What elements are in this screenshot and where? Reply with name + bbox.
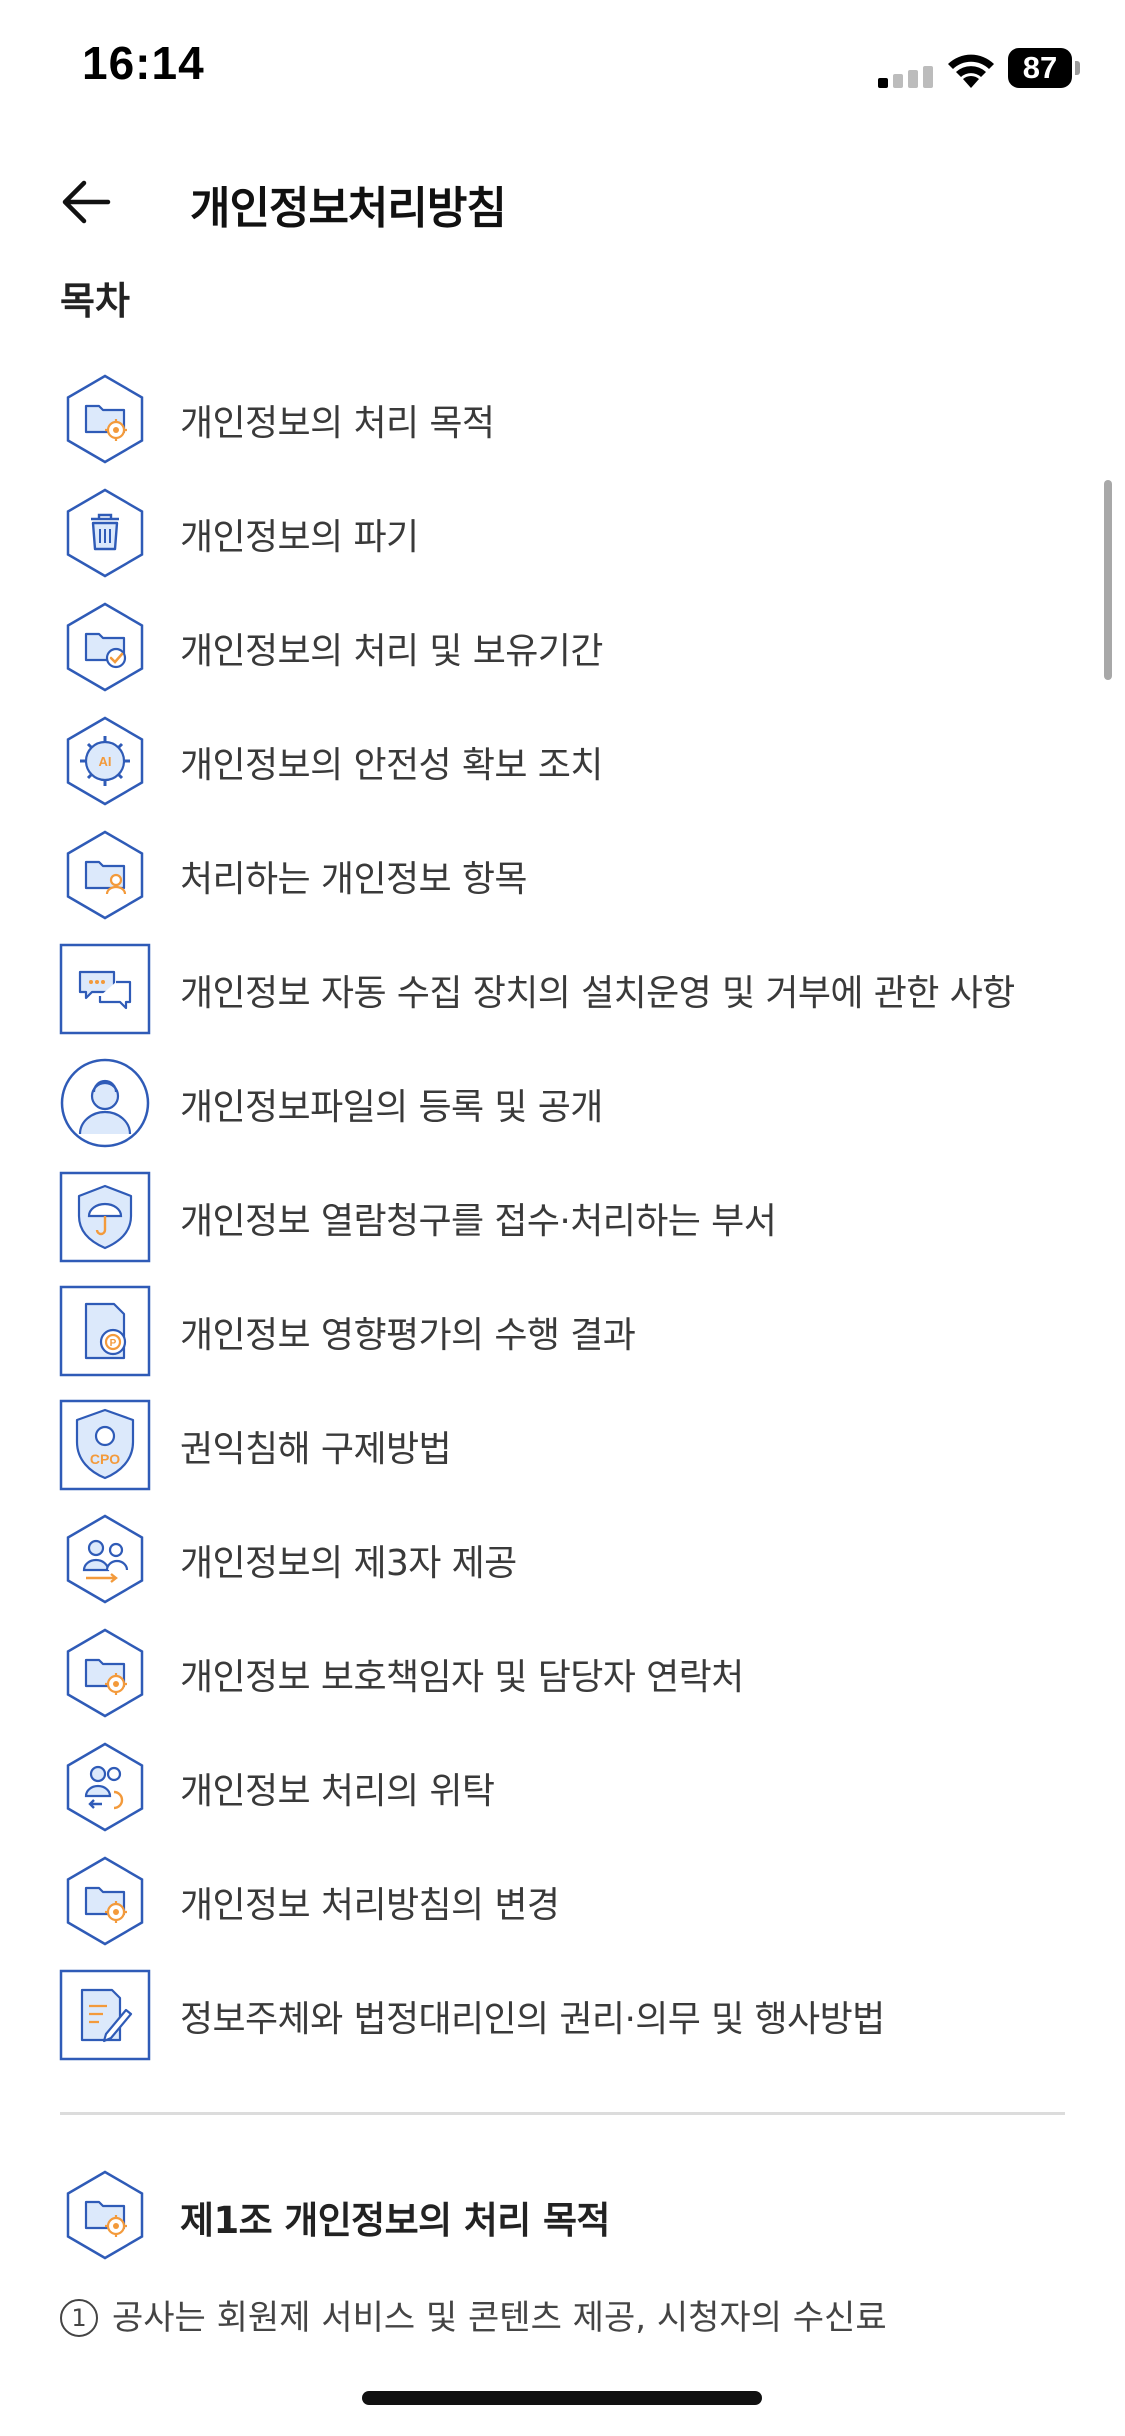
toc-item-label: 개인정보 보호책임자 및 담당자 연락처 bbox=[180, 1657, 744, 1698]
home-indicator[interactable] bbox=[362, 2391, 762, 2405]
toc-item-label: 개인정보 처리방침의 변경 bbox=[180, 1885, 560, 1926]
trash-icon bbox=[58, 486, 152, 580]
toc-item-label: 개인정보의 제3자 제공 bbox=[180, 1543, 517, 1584]
folder-gear-icon bbox=[58, 372, 152, 466]
toc-item[interactable]: 개인정보의 처리 및 보유기간 bbox=[0, 590, 1125, 704]
toc-item-label: 개인정보의 처리 및 보유기간 bbox=[180, 631, 603, 672]
toc-item-label: 처리하는 개인정보 항목 bbox=[180, 859, 527, 900]
section-body: 1 공사는 회원제 서비스 및 콘텐츠 제공, 시청자의 수신료 bbox=[60, 2290, 1070, 2339]
toc-list: 개인정보의 처리 목적개인정보의 파기개인정보의 처리 및 보유기간 AI 개인정보… bbox=[0, 362, 1125, 2072]
users-share-icon bbox=[58, 1512, 152, 1606]
users-transfer-icon bbox=[58, 1740, 152, 1834]
back-arrow-icon[interactable] bbox=[56, 172, 116, 232]
status-bar: 16:14 87 bbox=[0, 0, 1125, 140]
toc-item-label: 개인정보 열람청구를 접수·처리하는 부서 bbox=[180, 1201, 777, 1242]
svg-text:AI: AI bbox=[99, 754, 112, 769]
toc-item[interactable]: 개인정보 열람청구를 접수·처리하는 부서 bbox=[0, 1160, 1125, 1274]
toc-item[interactable]: 개인정보의 제3자 제공 bbox=[0, 1502, 1125, 1616]
toc-item[interactable]: P 개인정보 영향평가의 수행 결과 bbox=[0, 1274, 1125, 1388]
toc-item-label: 개인정보파일의 등록 및 공개 bbox=[180, 1087, 603, 1128]
page-title: 개인정보처리방침 bbox=[190, 183, 507, 234]
divider bbox=[60, 2112, 1065, 2115]
toc-heading: 목차 bbox=[60, 279, 130, 323]
toc-item-label: 개인정보의 파기 bbox=[180, 517, 419, 558]
toc-item-label: 개인정보의 안전성 확보 조치 bbox=[180, 745, 603, 786]
toc-item[interactable]: 개인정보 자동 수집 장치의 설치운영 및 거부에 관한 사항 bbox=[0, 932, 1125, 1046]
chat-bubbles-icon bbox=[58, 942, 152, 1036]
toc-item-label: 정보주체와 법정대리인의 권리·의무 및 행사방법 bbox=[180, 1999, 885, 2040]
scrollbar[interactable] bbox=[1104, 480, 1112, 680]
document-badge-icon: P bbox=[58, 1284, 152, 1378]
toc-item[interactable]: 정보주체와 법정대리인의 권리·의무 및 행사방법 bbox=[0, 1958, 1125, 2072]
document-pen-icon bbox=[58, 1968, 152, 2062]
circled-number: 1 bbox=[60, 2299, 98, 2337]
battery-icon: 87 bbox=[1008, 48, 1080, 88]
svg-text:P: P bbox=[110, 1338, 117, 1349]
folder-gear-icon bbox=[58, 1626, 152, 1720]
section-title: 제1조 개인정보의 처리 목적 bbox=[180, 2199, 610, 2242]
toc-item[interactable]: 개인정보 보호책임자 및 담당자 연락처 bbox=[0, 1616, 1125, 1730]
folder-gear-icon bbox=[58, 2168, 152, 2262]
toc-item[interactable]: 개인정보의 파기 bbox=[0, 476, 1125, 590]
section-heading: 제1조 개인정보의 처리 목적 bbox=[0, 2160, 1125, 2270]
toc-item[interactable]: CPO 권익침해 구제방법 bbox=[0, 1388, 1125, 1502]
header: 개인정보처리방침 bbox=[0, 150, 1125, 260]
toc-item[interactable]: 처리하는 개인정보 항목 bbox=[0, 818, 1125, 932]
shield-umbrella-icon bbox=[58, 1170, 152, 1264]
section-body-text: 공사는 회원제 서비스 및 콘텐츠 제공, 시청자의 수신료 bbox=[112, 2298, 887, 2338]
toc-item[interactable]: AI 개인정보의 안전성 확보 조치 bbox=[0, 704, 1125, 818]
toc-item[interactable]: 개인정보파일의 등록 및 공개 bbox=[0, 1046, 1125, 1160]
folder-clock-icon bbox=[58, 600, 152, 694]
toc-item-label: 권익침해 구제방법 bbox=[180, 1429, 452, 1470]
folder-user-icon bbox=[58, 828, 152, 922]
cpo-shield-icon: CPO bbox=[58, 1398, 152, 1492]
folder-ai-gear-icon: AI bbox=[58, 714, 152, 808]
svg-text:CPO: CPO bbox=[90, 1451, 120, 1467]
status-time: 16:14 bbox=[82, 37, 205, 89]
toc-item-label: 개인정보 처리의 위탁 bbox=[180, 1771, 495, 1812]
battery-level: 87 bbox=[1008, 48, 1072, 88]
toc-item[interactable]: 개인정보 처리방침의 변경 bbox=[0, 1844, 1125, 1958]
toc-item[interactable]: 개인정보 처리의 위탁 bbox=[0, 1730, 1125, 1844]
user-profile-icon bbox=[58, 1056, 152, 1150]
folder-gear-icon bbox=[58, 1854, 152, 1948]
cellular-signal-icon bbox=[878, 66, 933, 88]
toc-item-label: 개인정보 자동 수집 장치의 설치운영 및 거부에 관한 사항 bbox=[180, 973, 1015, 1014]
toc-item-label: 개인정보의 처리 목적 bbox=[180, 403, 495, 444]
toc-item[interactable]: 개인정보의 처리 목적 bbox=[0, 362, 1125, 476]
toc-item-label: 개인정보 영향평가의 수행 결과 bbox=[180, 1315, 636, 1356]
wifi-icon bbox=[948, 54, 994, 88]
